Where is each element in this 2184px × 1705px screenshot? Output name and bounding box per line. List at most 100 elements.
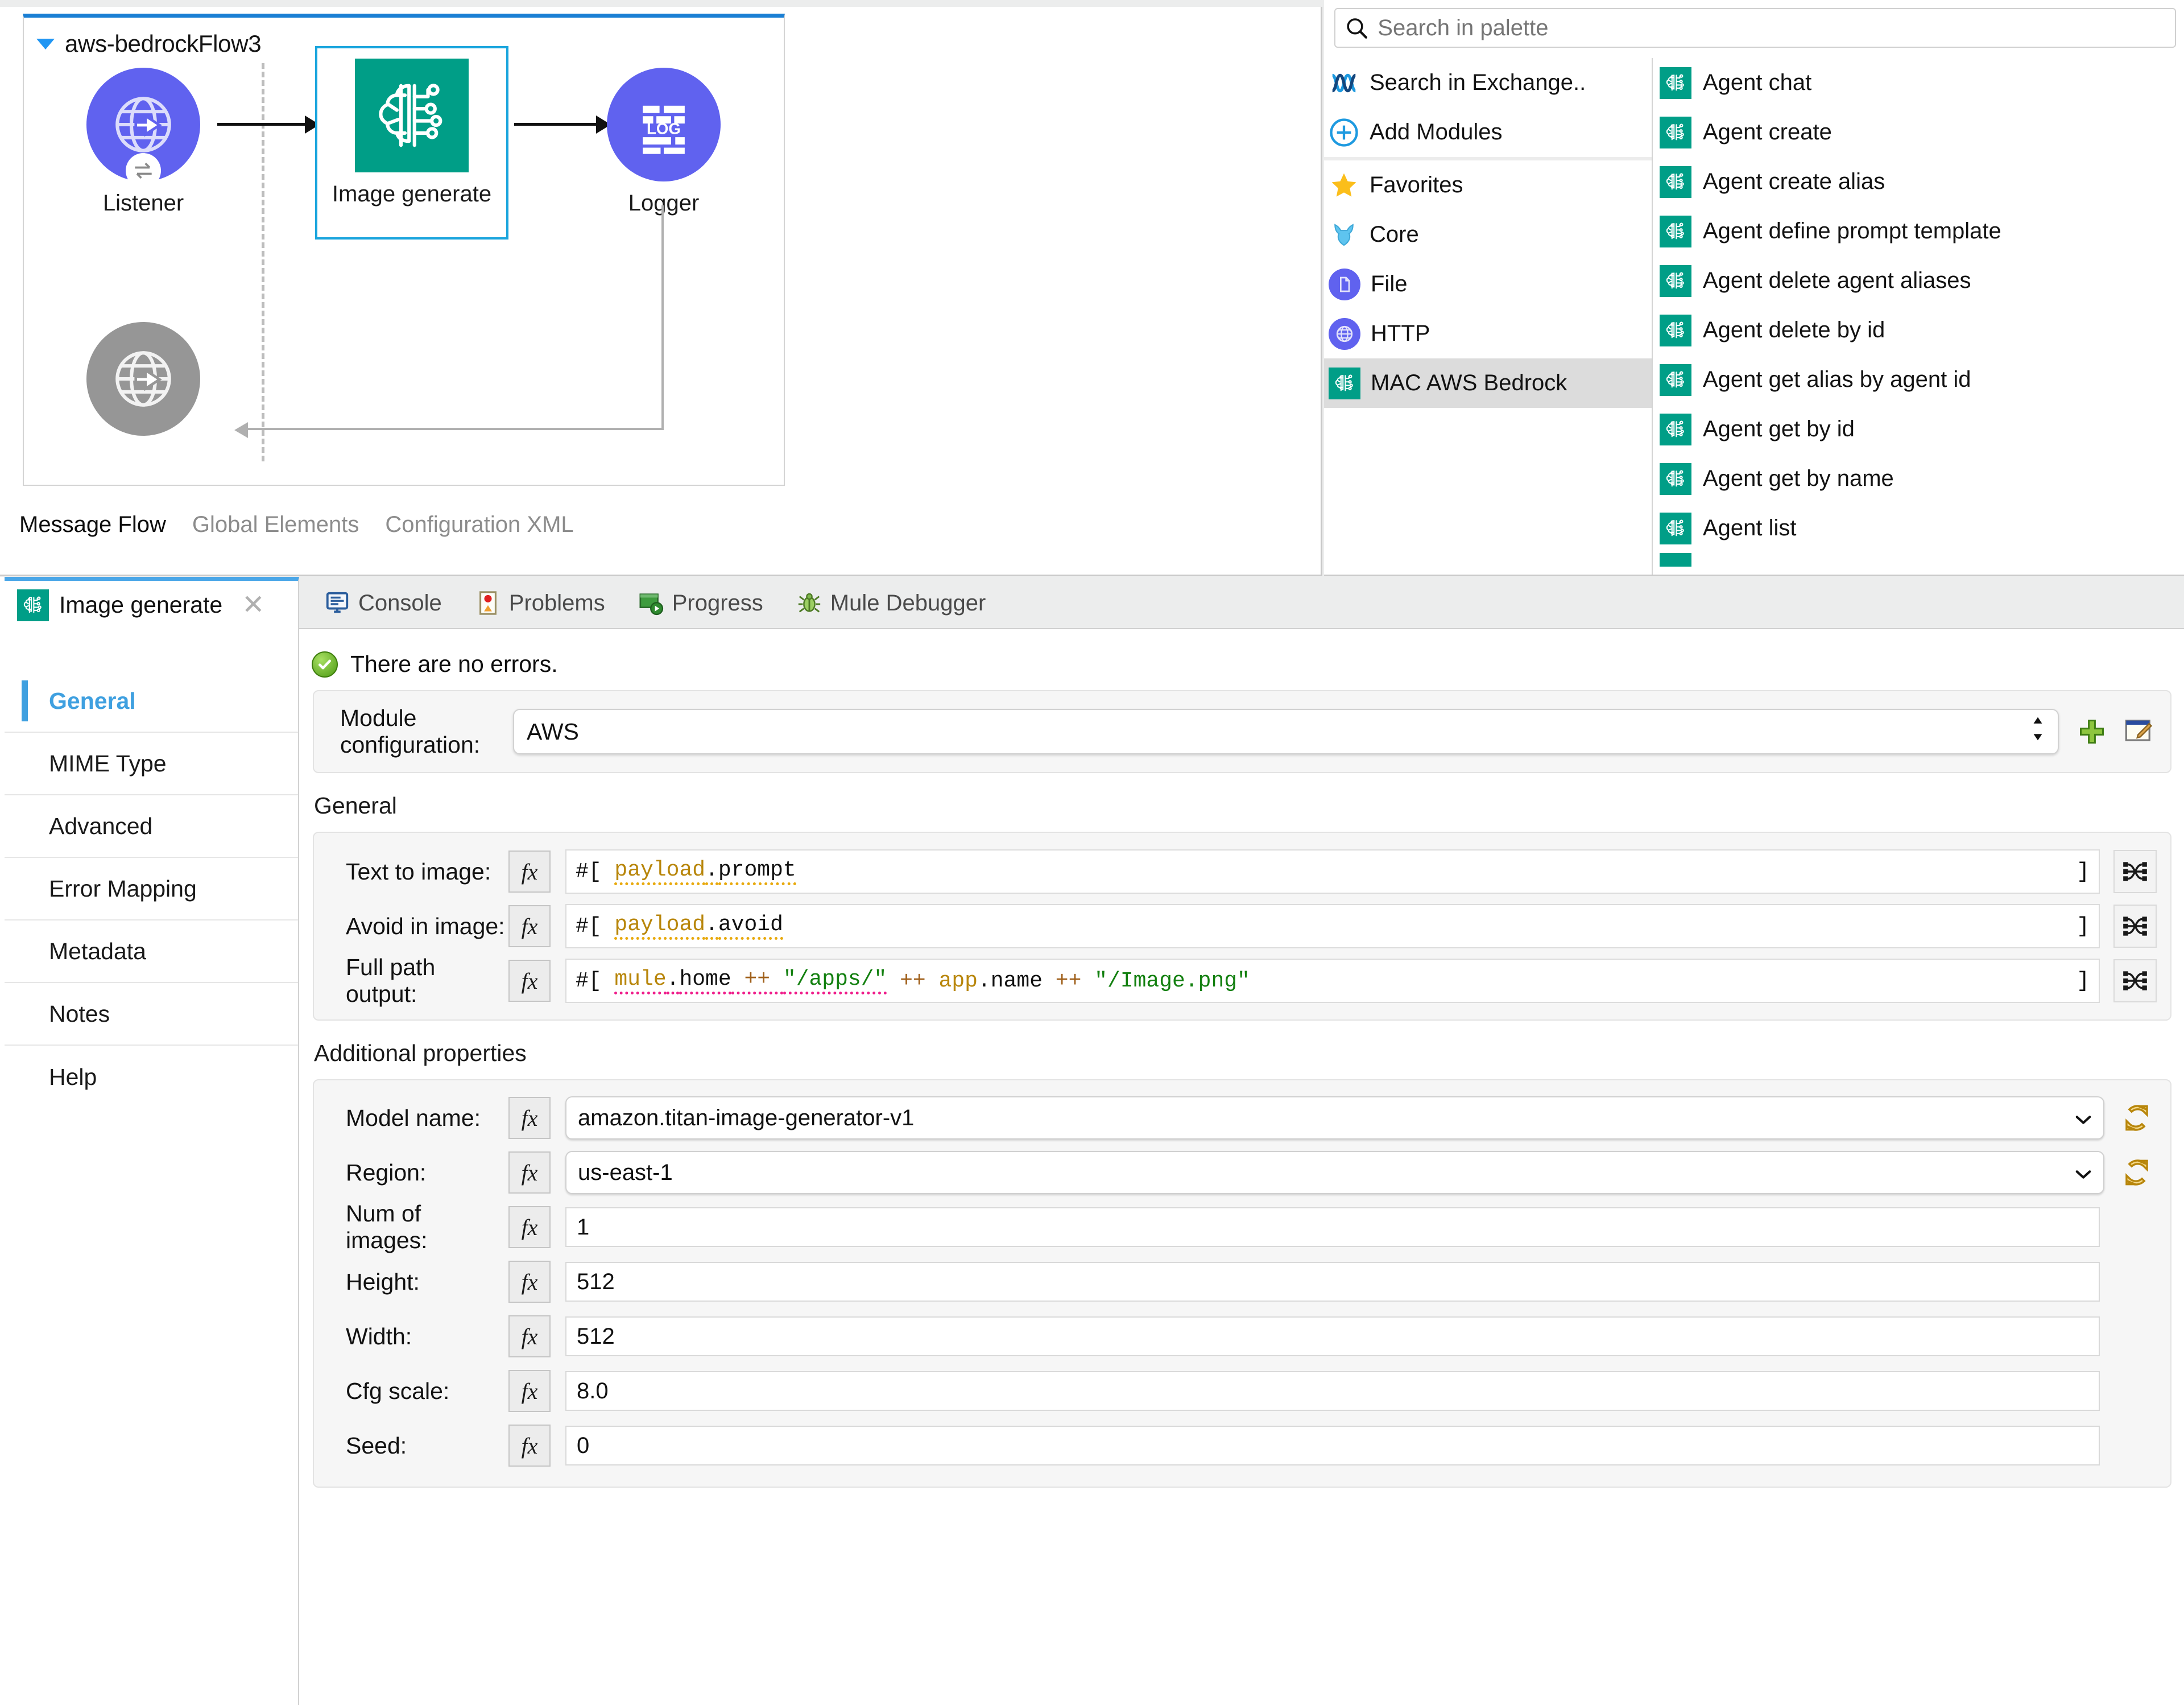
palette-operation[interactable]: Agent define prompt template bbox=[1653, 207, 2184, 256]
palette-category-http[interactable]: HTTP bbox=[1324, 309, 1652, 358]
nav-item-advanced[interactable]: Advanced bbox=[5, 795, 298, 858]
palette-operation[interactable]: Agent delete by id bbox=[1653, 306, 2184, 355]
region-value: us-east-1 bbox=[578, 1159, 673, 1185]
tab-image-generate[interactable]: Image generate ✕ bbox=[5, 577, 299, 629]
expr-token-imagepng: "/Image.png" bbox=[1094, 968, 1250, 993]
palette-operation[interactable]: Agent create alias bbox=[1653, 157, 2184, 207]
avoid-in-image-input[interactable]: #[ payload. avoid ] bbox=[565, 904, 2100, 948]
nav-item-mime-type[interactable]: MIME Type bbox=[5, 733, 298, 795]
listener-source-badge bbox=[126, 153, 161, 188]
search-icon bbox=[1347, 18, 1367, 39]
palette-operation[interactable]: Agent delete agent aliases bbox=[1653, 256, 2184, 306]
model-name-select[interactable]: amazon.titan-image-generator-v1 bbox=[565, 1096, 2104, 1140]
palette-category-favorites[interactable]: Favorites bbox=[1324, 160, 1652, 210]
palette-operation[interactable]: Agent list bbox=[1653, 503, 2184, 553]
fx-toggle-button[interactable]: fx bbox=[508, 851, 551, 893]
tab-progress[interactable]: Progress bbox=[638, 590, 763, 616]
palette-operation[interactable]: Agent create bbox=[1653, 108, 2184, 157]
canvas-tab-global-elements[interactable]: Global Elements bbox=[192, 512, 359, 538]
palette-category-file[interactable]: File bbox=[1324, 259, 1652, 309]
module-configuration-select[interactable]: AWS bbox=[513, 709, 2059, 754]
palette-operation-partial[interactable] bbox=[1653, 553, 2184, 567]
flow-node-listener[interactable]: Listener bbox=[86, 68, 200, 216]
green-plus-icon[interactable] bbox=[2076, 716, 2108, 748]
nav-item-notes[interactable]: Notes bbox=[5, 983, 298, 1046]
canvas-tab-configuration-xml[interactable]: Configuration XML bbox=[385, 512, 573, 538]
num-of-images-input[interactable]: 1 bbox=[565, 1207, 2100, 1247]
refresh-icon[interactable] bbox=[2117, 1098, 2157, 1138]
tab-mule-debugger[interactable]: Mule Debugger bbox=[796, 590, 986, 616]
tab-label: Problems bbox=[508, 590, 605, 616]
module-configuration-label: Module configuration: bbox=[340, 705, 481, 758]
flow-header[interactable]: aws-bedrockFlow3 bbox=[36, 30, 262, 57]
nav-item-help[interactable]: Help bbox=[5, 1046, 298, 1108]
flow-node-logger[interactable]: LOG Logger bbox=[607, 68, 721, 216]
text-to-image-input[interactable]: #[ payload. prompt ] bbox=[565, 849, 2100, 894]
globe-arrow-icon bbox=[115, 351, 171, 407]
expr-token-concat3: ++ bbox=[1043, 968, 1095, 993]
close-icon[interactable]: ✕ bbox=[242, 591, 264, 619]
nav-item-metadata[interactable]: Metadata bbox=[5, 920, 298, 983]
brain-circuit-icon bbox=[1660, 364, 1691, 396]
field-label: Num of images: bbox=[346, 1200, 428, 1253]
full-path-output-input[interactable]: #[ mule. home ++ "/apps/" ++ app. name ++ … bbox=[565, 959, 2100, 1003]
collapse-triangle-icon[interactable] bbox=[36, 38, 55, 49]
region-select[interactable]: us-east-1 bbox=[565, 1151, 2104, 1194]
palette-operation[interactable]: Agent get by name bbox=[1653, 454, 2184, 503]
expr-token-apps: "/apps/" bbox=[783, 967, 887, 994]
nav-item-error-mapping[interactable]: Error Mapping bbox=[5, 858, 298, 920]
tab-problems[interactable]: Problems bbox=[475, 590, 605, 616]
palette-category-list[interactable]: Search in Exchange.. Add Modules Favorit… bbox=[1324, 58, 1653, 575]
fx-toggle-button[interactable]: fx bbox=[508, 1206, 551, 1248]
stepper-updown-icon[interactable] bbox=[2030, 714, 2045, 749]
transform-icon[interactable] bbox=[2113, 905, 2157, 948]
palette-category-core[interactable]: Core bbox=[1324, 210, 1652, 259]
fx-toggle-button[interactable]: fx bbox=[508, 1097, 551, 1139]
flow-node-error-handler[interactable] bbox=[86, 322, 200, 436]
palette-category-add-modules[interactable]: Add Modules bbox=[1324, 108, 1652, 157]
cfg-scale-input[interactable]: 8.0 bbox=[565, 1371, 2100, 1411]
fx-toggle-button[interactable]: fx bbox=[508, 1315, 551, 1357]
palette-search-input[interactable] bbox=[1376, 14, 2166, 42]
palette-category-mac-aws-bedrock[interactable]: MAC AWS Bedrock bbox=[1324, 358, 1652, 408]
seed-input[interactable]: 0 bbox=[565, 1426, 2100, 1465]
fx-toggle-button[interactable]: fx bbox=[508, 905, 551, 947]
properties-left-nav[interactable]: General MIME Type Advanced Error Mapping… bbox=[5, 629, 299, 1705]
expr-token-dot: . bbox=[705, 913, 718, 940]
view-tabs[interactable]: Console Problems Progress Mule Debugger bbox=[324, 577, 986, 629]
palette-category-search-exchange[interactable]: Search in Exchange.. bbox=[1324, 58, 1652, 108]
palette-search-box[interactable] bbox=[1334, 8, 2176, 48]
message-flow-canvas[interactable]: aws-bedrockFlow3 Listener Image generate… bbox=[0, 0, 1322, 576]
field-row-num-of-images: Num of images: fx 1 bbox=[328, 1200, 2157, 1254]
canvas-tab-message-flow[interactable]: Message Flow bbox=[19, 512, 166, 538]
flow-container[interactable]: aws-bedrockFlow3 Listener Image generate… bbox=[23, 14, 785, 486]
fx-toggle-button[interactable]: fx bbox=[508, 960, 551, 1002]
transform-icon[interactable] bbox=[2113, 959, 2157, 1002]
palette-operation[interactable]: Agent chat bbox=[1653, 58, 2184, 108]
palette-operation[interactable]: Agent get by id bbox=[1653, 404, 2184, 454]
mule-palette[interactable]: Search in Exchange.. Add Modules Favorit… bbox=[1324, 0, 2184, 576]
expr-token-dot: . bbox=[666, 967, 680, 994]
chevron-down-icon[interactable] bbox=[2075, 1160, 2092, 1186]
palette-operation-list[interactable]: Agent chat Agent create Agent create ali… bbox=[1653, 58, 2184, 575]
nav-item-general[interactable]: General bbox=[5, 670, 298, 733]
canvas-view-tabs[interactable]: Message Flow Global Elements Configurati… bbox=[19, 512, 574, 538]
width-input[interactable]: 512 bbox=[565, 1316, 2100, 1356]
refresh-icon[interactable] bbox=[2117, 1153, 2157, 1192]
expr-token-name: name bbox=[990, 968, 1043, 993]
palette-operation[interactable]: Agent get alias by agent id bbox=[1653, 355, 2184, 404]
palette-operation-label: Agent create alias bbox=[1703, 169, 1885, 194]
chevron-down-icon[interactable] bbox=[2075, 1105, 2092, 1131]
height-value: 512 bbox=[577, 1269, 615, 1294]
fx-toggle-button[interactable]: fx bbox=[508, 1151, 551, 1194]
edit-config-icon[interactable] bbox=[2123, 716, 2157, 748]
editor-tab-active[interactable] bbox=[472, 0, 762, 7]
tab-console[interactable]: Console bbox=[324, 590, 442, 616]
expr-token-mule: mule bbox=[614, 967, 667, 994]
palette-columns: Search in Exchange.. Add Modules Favorit… bbox=[1324, 58, 2184, 575]
fx-toggle-button[interactable]: fx bbox=[508, 1425, 551, 1467]
fx-toggle-button[interactable]: fx bbox=[508, 1370, 551, 1412]
height-input[interactable]: 512 bbox=[565, 1262, 2100, 1302]
transform-icon[interactable] bbox=[2113, 850, 2157, 893]
fx-toggle-button[interactable]: fx bbox=[508, 1261, 551, 1303]
